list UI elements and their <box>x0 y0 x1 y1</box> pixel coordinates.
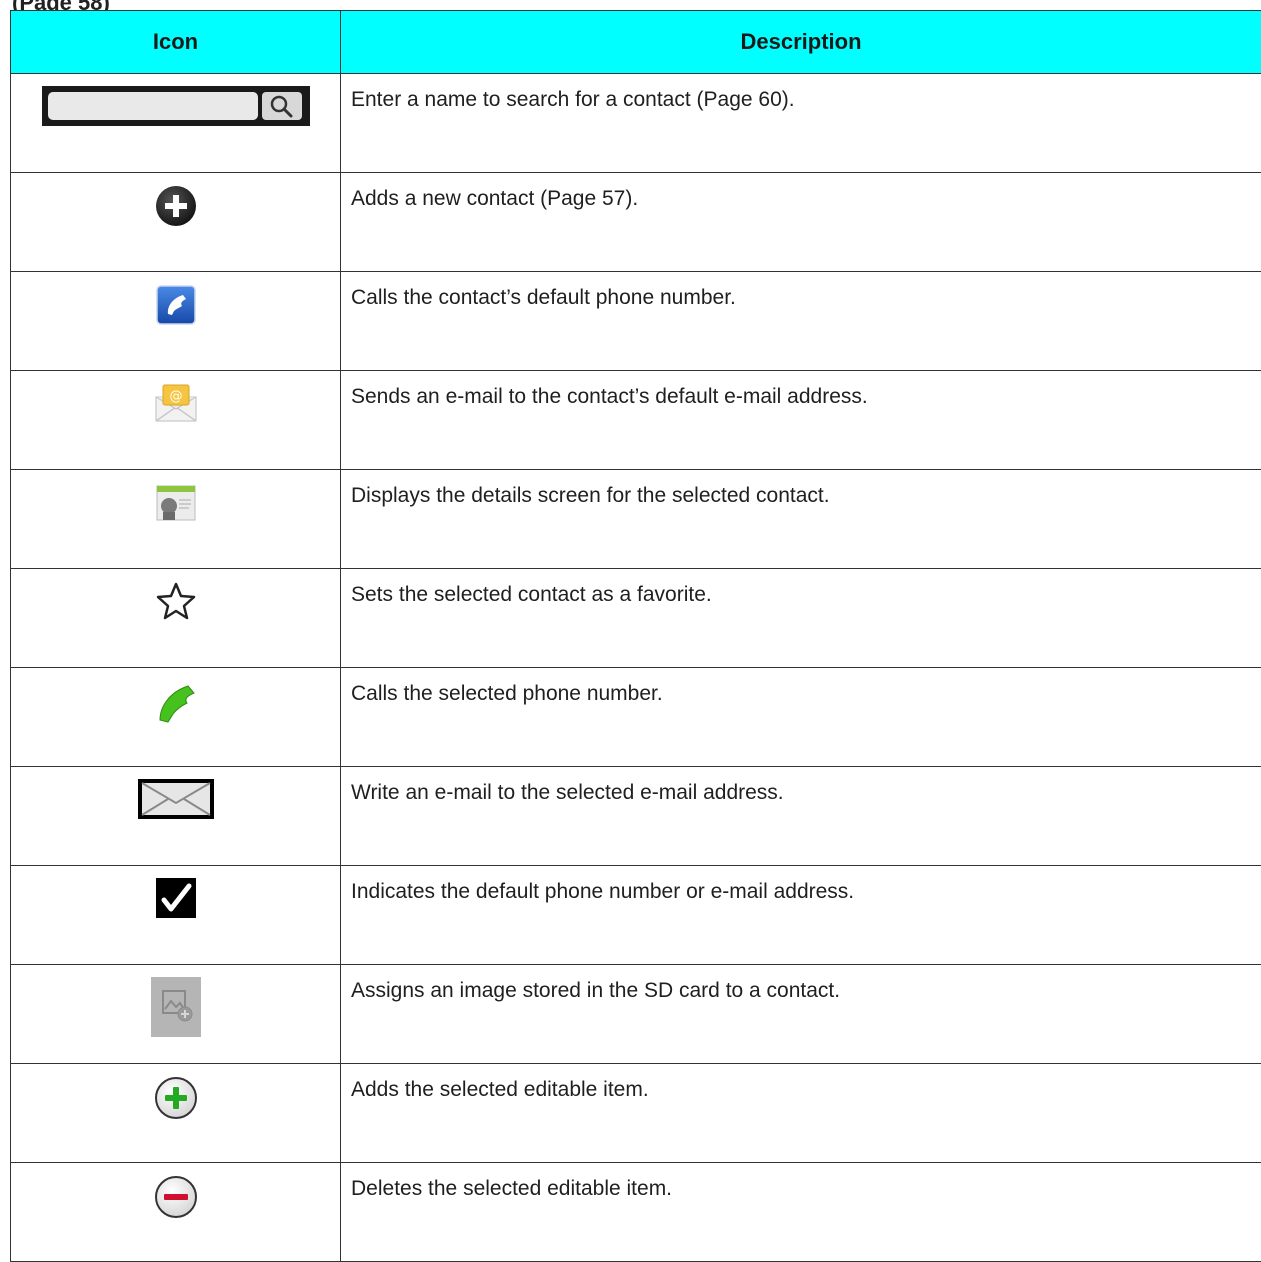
table-row: Assigns an image stored in the SD card t… <box>11 965 1261 1064</box>
icon-column-header: Icon <box>11 11 341 74</box>
icon-cell <box>11 74 341 173</box>
description-column-header: Description <box>341 11 1261 74</box>
icon-cell <box>11 272 341 371</box>
table-row: Indicates the default phone number or e-… <box>11 866 1261 965</box>
icon-cell <box>11 668 341 767</box>
icon-cell <box>11 173 341 272</box>
table-row: Adds a new contact (Page 57). <box>11 173 1261 272</box>
table-row: Adds the selected editable item. <box>11 1064 1261 1163</box>
description-cell: Calls the contact’s default phone number… <box>341 272 1261 371</box>
search-bar-icon <box>42 86 310 131</box>
table-row: Deletes the selected editable item. <box>11 1163 1261 1262</box>
icon-description-table: Icon Description Enter a name to search … <box>10 10 1261 1262</box>
icon-cell: @ <box>11 371 341 470</box>
description-cell: Displays the details screen for the sele… <box>341 470 1261 569</box>
table-row: Displays the details screen for the sele… <box>11 470 1261 569</box>
icon-cell <box>11 965 341 1064</box>
table-row: Calls the contact’s default phone number… <box>11 272 1261 371</box>
description-cell: Adds the selected editable item. <box>341 1064 1261 1163</box>
icon-cell <box>11 569 341 668</box>
description-cell: Assigns an image stored in the SD card t… <box>341 965 1261 1064</box>
icon-cell <box>11 866 341 965</box>
table-row: Write an e-mail to the selected e-mail a… <box>11 767 1261 866</box>
table-row: @ Sends an e-mail to the contact’s defau… <box>11 371 1261 470</box>
minus-circle-red-icon <box>154 1175 198 1224</box>
add-circle-dark-icon <box>155 185 197 232</box>
description-cell: Sets the selected contact as a favorite. <box>341 569 1261 668</box>
icon-cell <box>11 767 341 866</box>
table-row: Sets the selected contact as a favorite. <box>11 569 1261 668</box>
icon-cell <box>11 1163 341 1262</box>
description-cell: Calls the selected phone number. <box>341 668 1261 767</box>
description-cell: Adds a new contact (Page 57). <box>341 173 1261 272</box>
envelope-outline-icon <box>138 779 214 824</box>
icon-cell <box>11 1064 341 1163</box>
icon-cell <box>11 470 341 569</box>
contact-details-icon <box>155 482 197 529</box>
phone-call-blue-icon <box>155 284 197 331</box>
star-outline-icon <box>156 581 196 626</box>
description-cell: Sends an e-mail to the contact’s default… <box>341 371 1261 470</box>
svg-text:@: @ <box>169 389 182 404</box>
plus-circle-green-icon <box>154 1076 198 1125</box>
checkmark-icon <box>156 878 196 923</box>
table-row: Enter a name to search for a contact (Pa… <box>11 74 1261 173</box>
description-cell: Indicates the default phone number or e-… <box>341 866 1261 965</box>
table-row: Calls the selected phone number. <box>11 668 1261 767</box>
description-cell: Deletes the selected editable item. <box>341 1163 1261 1262</box>
image-add-icon <box>151 977 201 1042</box>
description-cell: Write an e-mail to the selected e-mail a… <box>341 767 1261 866</box>
table-header-row: Icon Description <box>11 11 1261 74</box>
phone-green-icon <box>154 680 198 729</box>
email-envelope-yellow-icon: @ <box>154 383 198 428</box>
description-cell: Enter a name to search for a contact (Pa… <box>341 74 1261 173</box>
